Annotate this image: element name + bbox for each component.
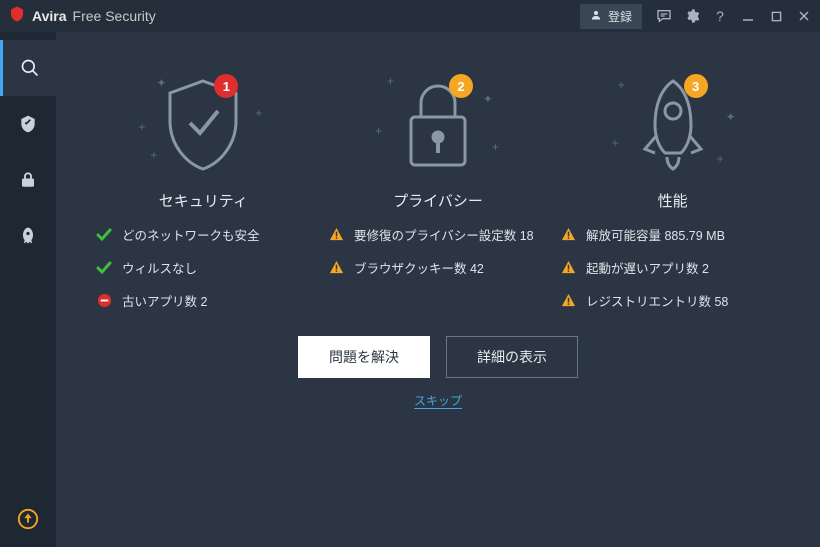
error-icon <box>96 293 112 309</box>
status-text: ウィルスなし <box>122 258 197 277</box>
sidebar <box>0 32 56 547</box>
status-col-security: どのネットワークも安全 ウィルスなし 古いアプリ数 2 <box>96 225 316 310</box>
minimize-icon[interactable] <box>740 8 756 24</box>
card-performance: + + ✦ + 3 性能 <box>568 70 778 211</box>
badge-privacy: 2 <box>449 74 473 98</box>
check-ok-icon <box>96 227 112 243</box>
warning-icon <box>560 293 576 309</box>
status-text: レジストリエントリ数 58 <box>586 291 728 310</box>
warning-icon <box>560 227 576 243</box>
warning-icon <box>328 260 344 276</box>
maximize-icon[interactable] <box>768 8 784 24</box>
show-details-button[interactable]: 詳細の表示 <box>446 336 578 378</box>
status-item: ブラウザクッキー数 42 <box>328 258 548 277</box>
settings-gear-icon[interactable] <box>684 8 700 24</box>
status-text: ブラウザクッキー数 42 <box>354 258 484 277</box>
status-item: 起動が遅いアプリ数 2 <box>560 258 780 277</box>
avira-logo-icon <box>8 5 26 28</box>
status-text: 古いアプリ数 2 <box>122 291 207 310</box>
status-text: 起動が遅いアプリ数 2 <box>586 258 709 277</box>
titlebar: Avira Free Security 登録 ? <box>0 0 820 32</box>
card-privacy-title: プライバシー <box>393 190 483 211</box>
sidebar-item-security[interactable] <box>0 96 56 152</box>
card-privacy: + + ✦ + 2 プライバシー <box>333 70 543 211</box>
feedback-icon[interactable] <box>656 8 672 24</box>
check-ok-icon <box>96 260 112 276</box>
status-item: レジストリエントリ数 58 <box>560 291 780 310</box>
product-name: Free Security <box>73 8 156 24</box>
main-panel: ✦ + + + 1 セキュリティ + + ✦ + <box>56 32 820 547</box>
sidebar-item-scan[interactable] <box>0 40 56 96</box>
card-security: ✦ + + + 1 セキュリティ <box>98 70 308 211</box>
status-text: 解放可能容量 885.79 MB <box>586 225 725 244</box>
sidebar-item-upgrade[interactable] <box>0 491 56 547</box>
status-col-performance: 解放可能容量 885.79 MB 起動が遅いアプリ数 2 レジストリエントリ数 … <box>560 225 780 310</box>
status-item: ウィルスなし <box>96 258 316 277</box>
close-icon[interactable] <box>796 8 812 24</box>
status-item: 古いアプリ数 2 <box>96 291 316 310</box>
skip-link[interactable]: スキップ <box>414 392 462 409</box>
status-text: どのネットワークも安全 <box>122 225 260 244</box>
status-text: 要修復のプライバシー設定数 18 <box>354 225 534 244</box>
register-label: 登録 <box>608 8 632 25</box>
badge-performance: 3 <box>684 74 708 98</box>
user-icon <box>590 9 602 24</box>
warning-icon <box>560 260 576 276</box>
status-col-privacy: 要修復のプライバシー設定数 18 ブラウザクッキー数 42 <box>328 225 548 310</box>
register-button[interactable]: 登録 <box>580 4 642 29</box>
fix-issues-button[interactable]: 問題を解決 <box>298 336 430 378</box>
status-item: どのネットワークも安全 <box>96 225 316 244</box>
status-item: 解放可能容量 885.79 MB <box>560 225 780 244</box>
sidebar-item-performance[interactable] <box>0 208 56 264</box>
help-icon[interactable]: ? <box>712 8 728 24</box>
status-item: 要修復のプライバシー設定数 18 <box>328 225 548 244</box>
brand-name: Avira <box>32 8 67 24</box>
warning-icon <box>328 227 344 243</box>
sidebar-item-privacy[interactable] <box>0 152 56 208</box>
card-performance-title: 性能 <box>658 190 688 211</box>
card-security-title: セキュリティ <box>159 190 248 211</box>
status-grid: どのネットワークも安全 ウィルスなし 古いアプリ数 2 要修復のプライバシー設定… <box>56 217 820 310</box>
